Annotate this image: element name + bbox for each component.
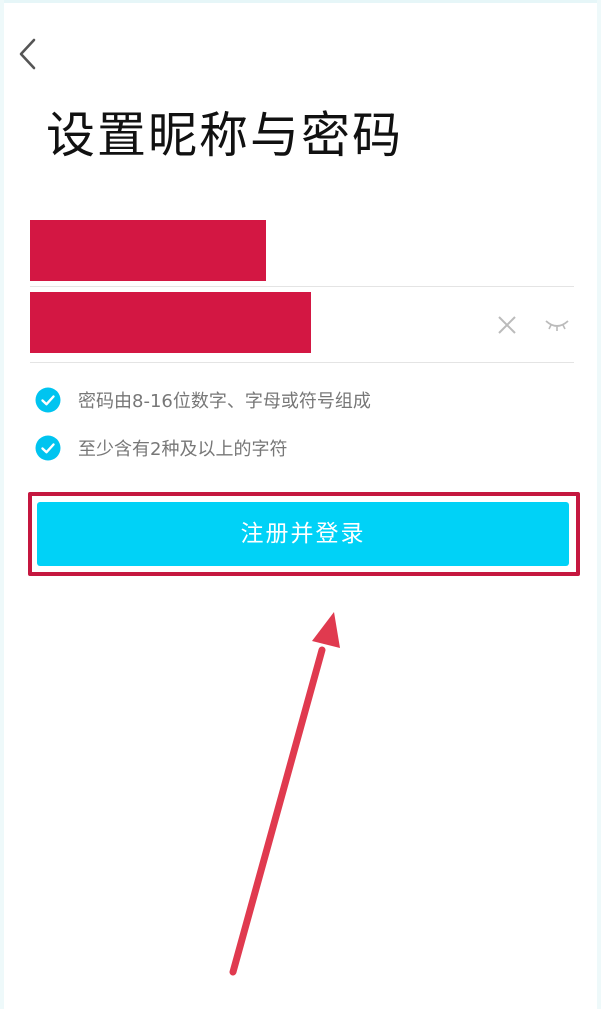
back-button[interactable]: [12, 34, 46, 74]
top-edge: [0, 0, 601, 3]
register-and-login-button[interactable]: 注册并登录: [37, 502, 569, 566]
eye-closed-icon: [545, 320, 569, 331]
password-field[interactable]: [30, 292, 574, 363]
page-title: 设置昵称与密码: [46, 107, 404, 164]
check-circle-icon: [35, 435, 61, 461]
toggle-password-visibility-button[interactable]: [544, 314, 570, 336]
right-edge: [597, 0, 601, 1009]
clear-password-button[interactable]: [496, 314, 518, 336]
rule-text: 至少含有2种及以上的字符: [78, 439, 288, 460]
close-icon: [498, 316, 516, 334]
nickname-value-redacted[interactable]: [30, 220, 266, 281]
password-rule-variety: 至少含有2种及以上的字符: [35, 434, 287, 462]
nickname-field[interactable]: [30, 220, 574, 287]
left-edge: [0, 0, 4, 1009]
check-circle-icon: [35, 387, 61, 413]
rule-text: 密码由8-16位数字、字母或符号组成: [78, 391, 371, 412]
password-rule-length: 密码由8-16位数字、字母或符号组成: [35, 386, 371, 414]
chevron-left-icon: [19, 38, 36, 70]
password-value-redacted[interactable]: [30, 292, 311, 353]
